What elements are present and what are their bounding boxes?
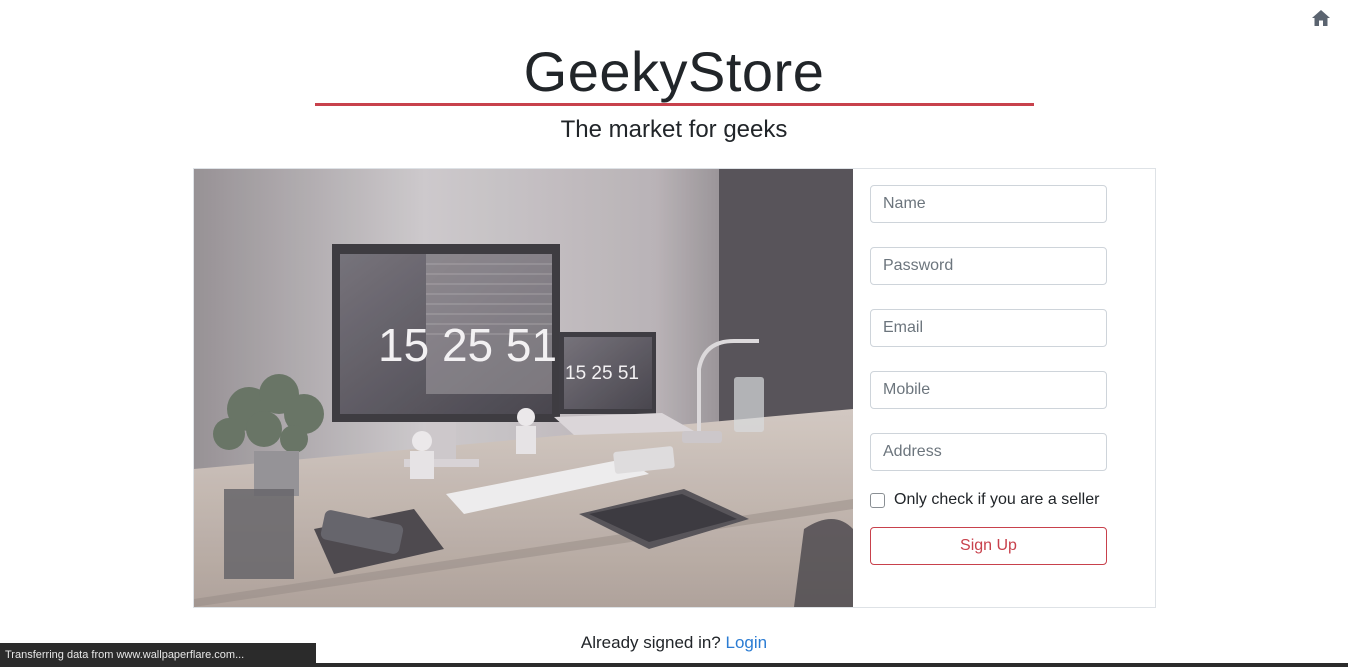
sign-up-button[interactable]: Sign Up [870,527,1107,565]
window-bottom-edge [316,663,1348,667]
signin-prompt-text: Already signed in? [580,633,721,652]
mobile-input[interactable] [870,371,1107,409]
address-input[interactable] [870,433,1107,471]
page-title: GeekyStore [523,40,825,103]
signup-form: Only check if you are a seller Sign Up [870,185,1107,565]
login-link[interactable]: Login [726,633,768,652]
seller-checkbox-label: Only check if you are a seller [894,491,1100,508]
home-icon [1312,10,1330,26]
browser-status-bar: Transferring data from www.wallpaperflar… [0,643,316,667]
signup-card: 15 25 51 15 25 51 Name Email Mobile Addr… [193,168,1156,608]
hero-image: 15 25 51 15 25 51 [194,169,853,607]
email-input[interactable] [870,309,1107,347]
page-tagline: The market for geeks [560,116,788,143]
name-input[interactable] [870,185,1107,223]
home-link[interactable] [1311,8,1331,28]
password-input[interactable] [870,247,1107,285]
seller-option[interactable]: Only check if you are a seller [870,489,1107,511]
seller-checkbox[interactable] [870,492,885,508]
title-underline [315,103,1034,106]
